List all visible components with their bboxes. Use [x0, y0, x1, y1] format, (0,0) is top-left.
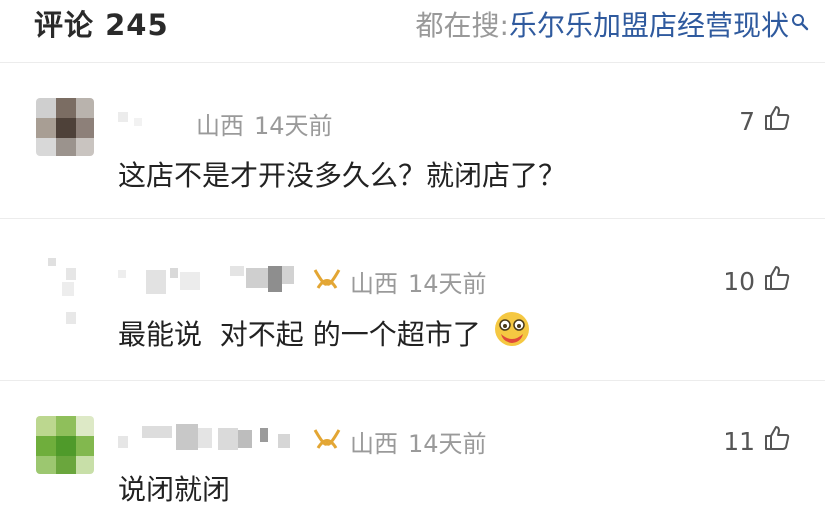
- username-blurred[interactable]: [118, 260, 308, 296]
- thumbs-up-icon[interactable]: [763, 264, 791, 298]
- vip-badge-icon: [312, 267, 342, 297]
- comment-item: 山西 14天前 11 说闭就闭: [0, 380, 825, 519]
- comment-item: 山西 14天前 10 最能说 对不起 的一个超市了: [0, 218, 825, 381]
- avatar[interactable]: [36, 98, 94, 156]
- comment-time: 14天前: [254, 112, 333, 140]
- comment-text-row: 最能说 对不起 的一个超市了: [118, 310, 531, 355]
- comment-text: 这店不是才开没多久么？就闭店了？: [118, 159, 567, 192]
- like-button[interactable]: 10: [723, 264, 791, 298]
- comment-item: 山西 14天前 7 这店不是才开没多久么？就闭店了？: [0, 62, 825, 219]
- comments-header: 评论 245 都在搜: 乐尔乐加盟店经营现状: [0, 0, 825, 63]
- comment-region: 山西: [350, 430, 398, 458]
- hot-search-prefix: 都在搜:: [415, 9, 509, 42]
- hot-search-suggestion[interactable]: 都在搜: 乐尔乐加盟店经营现状: [416, 4, 809, 44]
- username-blurred[interactable]: [118, 106, 178, 130]
- comment-meta: 山西 14天前: [312, 424, 487, 459]
- comment-time: 14天前: [408, 430, 487, 458]
- thumbs-up-icon[interactable]: [763, 424, 791, 458]
- comment-region: 山西: [350, 270, 398, 298]
- comment-time: 14天前: [408, 270, 487, 298]
- comment-text: 最能说 对不起 的一个超市了: [118, 317, 481, 351]
- like-count: 10: [723, 266, 755, 296]
- comment-meta: 山西 14天前: [312, 264, 487, 299]
- like-count: 11: [723, 426, 755, 456]
- comment-meta: 山西 14天前: [196, 106, 333, 141]
- vip-badge-icon: [312, 427, 342, 457]
- sad-face-with-mask-emoji: [493, 310, 531, 355]
- like-button[interactable]: 11: [723, 424, 791, 458]
- avatar[interactable]: [44, 258, 84, 328]
- avatar[interactable]: [36, 416, 94, 474]
- search-icon[interactable]: [791, 8, 809, 41]
- hot-search-link[interactable]: 乐尔乐加盟店经营现状: [509, 4, 789, 44]
- like-count: 7: [739, 106, 755, 136]
- comment-region: 山西: [196, 112, 244, 140]
- thumbs-up-icon[interactable]: [763, 104, 791, 138]
- comment-count: 评论 245: [34, 8, 169, 42]
- username-blurred[interactable]: [118, 420, 308, 456]
- like-button[interactable]: 7: [739, 104, 791, 138]
- comment-text: 说闭就闭: [118, 473, 231, 506]
